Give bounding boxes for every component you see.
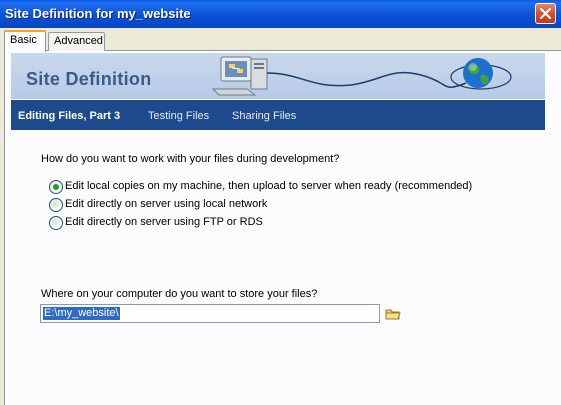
tab-basic[interactable]: Basic: [4, 30, 46, 52]
option-label: Edit directly on server using local netw…: [65, 198, 268, 210]
option-label: Edit directly on server using FTP or RDS: [65, 216, 263, 228]
local-folder-value: E:\my_website\: [43, 307, 120, 320]
step-editing-files: Editing Files, Part 3: [18, 110, 121, 122]
wizard-step-bar: Editing Files, Part 3 Testing Files Shar…: [11, 100, 545, 130]
location-question: Where on your computer do you want to st…: [41, 288, 318, 300]
work-method-question: How do you want to work with your files …: [41, 153, 340, 165]
close-icon: [540, 8, 551, 19]
title-bar[interactable]: Site Definition for my_website: [0, 0, 561, 28]
option-label: Edit local copies on my machine, then up…: [65, 180, 473, 192]
tab-advanced[interactable]: Advanced: [48, 32, 105, 51]
computer-icon: [211, 56, 268, 96]
tab-advanced-label: Advanced: [54, 35, 103, 47]
radio-edit-local-copies[interactable]: [49, 180, 63, 194]
folder-icon[interactable]: [385, 307, 401, 321]
close-button[interactable]: [535, 3, 556, 24]
header-banner: Site Definition: [11, 53, 545, 99]
step-testing-files: Testing Files: [148, 110, 210, 122]
radio-edit-ftp-rds[interactable]: [49, 216, 63, 230]
globe-icon: [450, 58, 512, 90]
banner-title: Site Definition: [26, 69, 152, 89]
tab-basic-label: Basic: [10, 34, 37, 46]
window-title: Site Definition for my_website: [5, 6, 191, 21]
banner-illustration: [211, 56, 512, 96]
local-folder-input[interactable]: E:\my_website\: [40, 304, 380, 323]
radio-edit-local-network[interactable]: [49, 198, 63, 212]
step-sharing-files: Sharing Files: [232, 110, 297, 122]
